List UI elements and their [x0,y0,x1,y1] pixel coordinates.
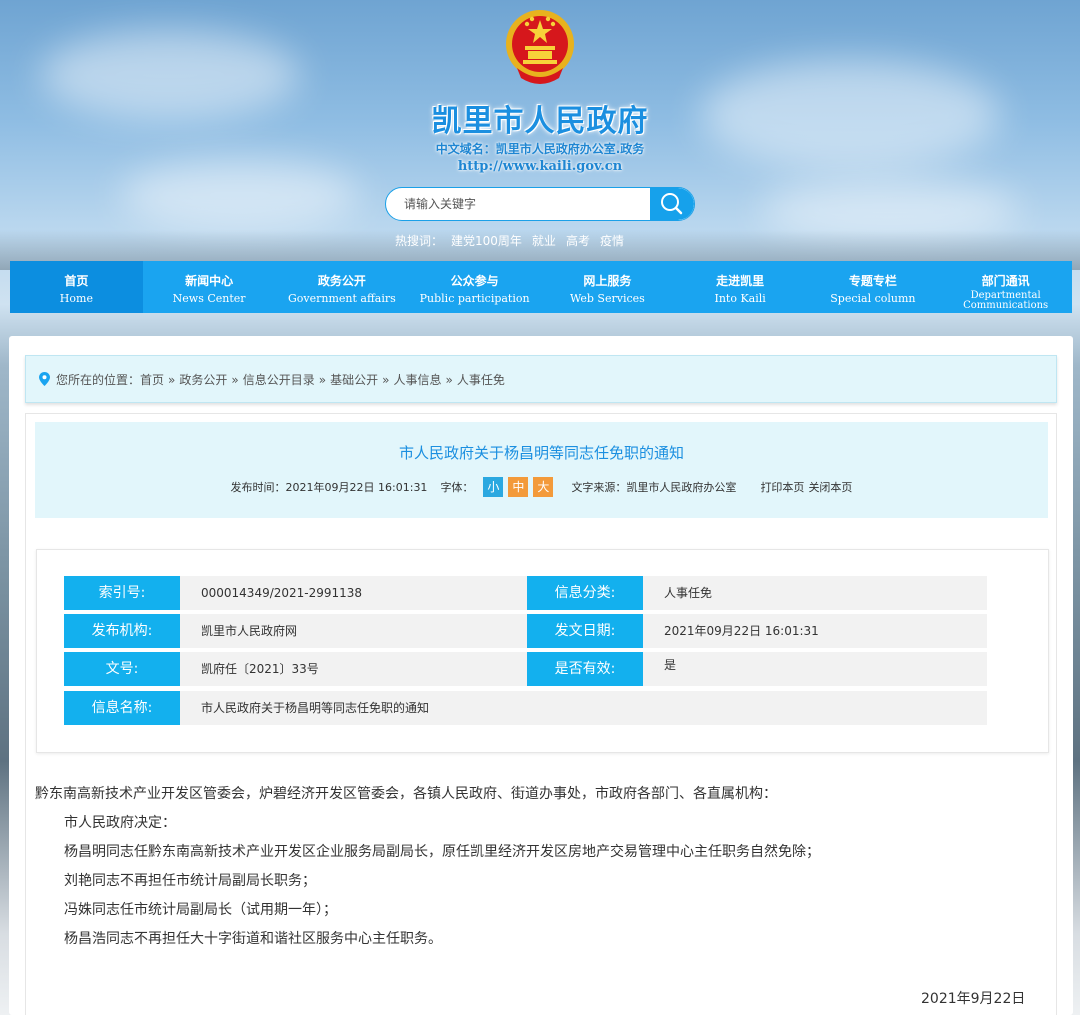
info-value: 000014349/2021-2991138 [180,576,527,610]
breadcrumb-link[interactable]: 信息公开目录 [243,373,315,387]
breadcrumb-separator: » [318,373,327,387]
info-value: 市人民政府关于杨昌明等同志任免职的通知 [180,691,987,725]
hot-word-link[interactable]: 疫情 [600,234,624,248]
search-input[interactable] [386,188,652,220]
info-label: 是否有效: [527,652,643,686]
breadcrumb-separator: » [382,373,390,387]
nav-item-special-column[interactable]: 专题专栏 Special column [807,261,940,313]
info-row: 信息分类: 人事任免 [527,576,987,610]
nav-item-cn: 网上服务 [583,274,632,288]
info-row: 发布机构: 凯里市人民政府网 [64,614,527,648]
info-label: 文号: [64,652,180,686]
info-value: 是 [643,652,987,686]
info-label: 发布机构: [64,614,180,648]
info-value: 2021年09月22日 16:01:31 [643,614,987,648]
breadcrumb-link[interactable]: 基础公开 [330,373,378,387]
source-label: 文字来源： [571,481,627,494]
body-paragraph: 杨昌明同志任黔东南高新技术产业开发区企业服务局副局长，原任凯里经济开发区房地产交… [64,844,820,860]
body-address: 黔东南高新技术产业开发区管委会，炉碧经济开发区管委会，各镇人民政府、街道办事处，… [35,786,777,802]
breadcrumb-link[interactable]: 政务公开 [179,373,227,387]
body-paragraph: 冯姝同志任市统计局副局长（试用期一年）； [64,902,337,918]
breadcrumb-link[interactable]: 人事信息 [393,373,441,387]
nav-item-public-participation[interactable]: 公众参与 Public participation [408,261,541,313]
hot-words: 热搜词： 建党100周年 就业 高考 疫情 [395,232,634,249]
info-label: 索引号: [64,576,180,610]
breadcrumb-separator: » [168,373,176,387]
article-meta: 发布时间： 2021年09月22日 16:01:31 字体： 小中大 文字来源：凯… [35,477,1048,497]
nav-item-into-kaili[interactable]: 走进凯里 Into Kaili [674,261,807,313]
body-paragraph: 杨昌浩同志不再担任大十字街道和谐社区服务中心主任职务。 [64,931,442,947]
body-paragraph: 刘艳同志不再担任市统计局副局长职务； [64,873,316,889]
nav-item-cn: 走进凯里 [716,274,765,288]
breadcrumb: 您所在的位置：首页» 政务公开» 信息公开目录» 基础公开» 人事信息» 人事任免 [25,355,1057,403]
font-small-button[interactable]: 小 [483,477,504,497]
info-value: 凯府任〔2021〕33号 [180,652,527,686]
nav-item-en: Home [59,292,93,305]
info-label: 信息分类: [527,576,643,610]
site-title: 凯里市人民政府 [431,104,649,139]
nav-item-government-affairs[interactable]: 政务公开 Government affairs [276,261,409,313]
nav-item-en: Communications [963,300,1049,311]
hot-word-link[interactable]: 就业 [532,234,556,248]
info-row: 索引号: 000014349/2021-2991138 [64,576,527,610]
nav-item-home[interactable]: 首页 Home [10,261,143,313]
info-label: 信息名称: [64,691,180,725]
location-pin-icon [39,372,50,386]
search-icon [661,193,683,215]
main-nav: 首页 Home 新闻中心 News Center 政务公开 Government af… [10,261,1072,313]
nav-item-cn: 首页 [64,274,89,288]
info-row: 发文日期: 2021年09月22日 16:01:31 [527,614,987,648]
breadcrumb-link[interactable]: 首页 [140,373,164,387]
info-value: 人事任免 [643,576,987,610]
info-label: 发文日期: [527,614,643,648]
nav-item-cn: 新闻中心 [185,274,234,288]
site-domain-cn: 中文域名：凯里市人民政府办公室.政务 [435,142,645,156]
hot-word-link[interactable]: 高考 [566,234,590,248]
nav-item-en: Government affairs [287,292,396,305]
info-row: 是否有效: 是 [527,652,987,686]
breadcrumb-separator: » [445,373,453,387]
info-table: 索引号: 000014349/2021-2991138 信息分类: 人事任免 发… [36,549,1049,753]
article-title: 市人民政府关于杨昌明等同志任免职的通知 [398,444,684,462]
nav-item-cn: 专题专栏 [848,274,897,288]
nav-item-cn: 部门通讯 [981,274,1030,288]
national-emblem-icon [506,10,574,84]
nav-item-cn: 政务公开 [317,274,366,288]
source-value: 凯里市人民政府办公室 [626,481,737,494]
search-button[interactable] [650,188,694,220]
nav-item-en: Into Kaili [714,292,766,305]
nav-item-departmental-communications[interactable]: 部门通讯 Departmental Communications [939,261,1072,313]
sign-date: 2021年9月22日 [921,991,1026,1007]
breadcrumb-prefix: 您所在的位置： [56,373,141,387]
nav-item-cn: 公众参与 [450,274,499,288]
nav-item-en: Public participation [419,292,530,305]
article-body: 黔东南高新技术产业开发区管委会，炉碧经济开发区管委会，各镇人民政府、街道办事处，… [9,780,1049,954]
font-large-button[interactable]: 大 [533,477,554,497]
close-page-link[interactable]: 关闭本页 [808,479,852,495]
main-content: 您所在的位置：首页» 政务公开» 信息公开目录» 基础公开» 人事信息» 人事任免 市人民… [9,336,1073,1015]
nav-item-en: News Center [172,292,246,305]
info-row: 文号: 凯府任〔2021〕33号 [64,652,527,686]
breadcrumb-separator: » [231,373,239,387]
nav-item-en: Web Services [569,292,645,305]
publish-time: 2021年09月22日 16:01:31 [285,481,428,494]
nav-item-news-center[interactable]: 新闻中心 News Center [143,261,276,313]
font-medium-button[interactable]: 中 [508,477,529,497]
nav-item-web-services[interactable]: 网上服务 Web Services [541,261,674,313]
font-size-label: 字体： [440,481,474,494]
site-header: 凯里市人民政府 中文域名：凯里市人民政府办公室.政务 http://www.ka… [0,0,1080,260]
breadcrumb-link[interactable]: 人事任免 [457,373,505,387]
hot-word-link[interactable]: 建党100周年 [451,234,522,248]
print-page-link[interactable]: 打印本页 [760,479,804,495]
body-paragraph: 市人民政府决定： [64,815,176,831]
publish-label: 发布时间： [230,481,286,494]
info-value: 凯里市人民政府网 [180,614,527,648]
hot-words-label: 热搜词： [395,234,444,248]
info-row: 信息名称: 市人民政府关于杨昌明等同志任免职的通知 [64,691,987,725]
nav-item-en: Special column [830,292,916,305]
search-box [385,187,695,221]
site-url[interactable]: http://www.kaili.gov.cn [0,159,1080,174]
article-header: 市人民政府关于杨昌明等同志任免职的通知 发布时间： 2021年09月22日 16:… [35,422,1048,518]
